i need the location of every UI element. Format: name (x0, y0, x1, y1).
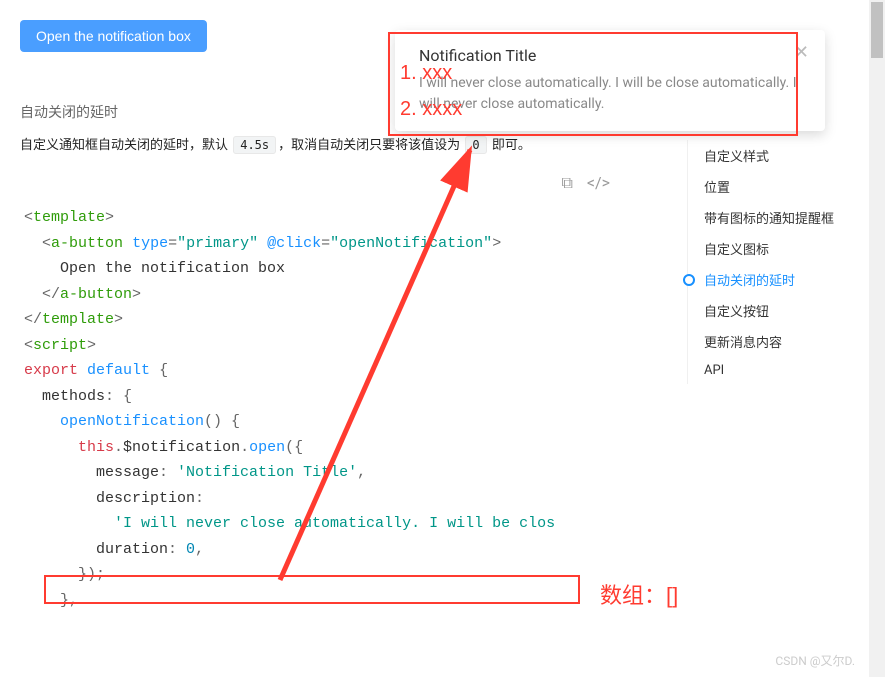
sidebar-item-custom-button[interactable]: 自定义按钮 (688, 295, 857, 326)
open-notification-button[interactable]: Open the notification box (20, 20, 207, 52)
annotation-text-array: 数组：[] (600, 578, 678, 610)
sidebar-item-custom-style[interactable]: 自定义样式 (688, 140, 857, 171)
section-description: 自定义通知框自动关闭的延时，默认 4.5s，取消自动关闭只要将该值设为 0 即可… (20, 134, 640, 153)
annotation-text-1: 1. xxx (400, 62, 452, 85)
code-inline: 4.5s (233, 136, 276, 154)
sidebar-item-placement[interactable]: 位置 (688, 171, 857, 202)
sidebar-item-duration[interactable]: 自动关闭的延时 (688, 264, 857, 295)
code-example: <template> <a-button type="primary" @cli… (20, 205, 640, 613)
code-toolbar: ⧉ </> (20, 173, 640, 193)
scrollbar[interactable] (869, 0, 885, 677)
anchor-sidebar: 自定义样式 位置 带有图标的通知提醒框 自定义图标 自动关闭的延时 自定义按钮 … (687, 140, 857, 384)
desc-text: ，取消自动关闭只要将该值设为 (278, 138, 463, 153)
sidebar-item-api[interactable]: API (688, 357, 857, 384)
code-inline: 0 (465, 136, 486, 154)
watermark: CSDN @又尔D. (775, 652, 855, 669)
sidebar-item-with-icon[interactable]: 带有图标的通知提醒框 (688, 202, 857, 233)
code-icon[interactable]: </> (587, 173, 610, 193)
desc-text: 自定义通知框自动关闭的延时，默认 (20, 138, 231, 153)
sidebar-item-custom-icon[interactable]: 自定义图标 (688, 233, 857, 264)
annotation-box-code (44, 575, 580, 604)
sidebar-item-update[interactable]: 更新消息内容 (688, 326, 857, 357)
scrollbar-thumb[interactable] (871, 2, 883, 58)
copy-icon[interactable]: ⧉ (561, 173, 572, 193)
annotation-text-2: 2. xxxx (400, 98, 462, 121)
desc-text: 即可。 (489, 138, 531, 153)
